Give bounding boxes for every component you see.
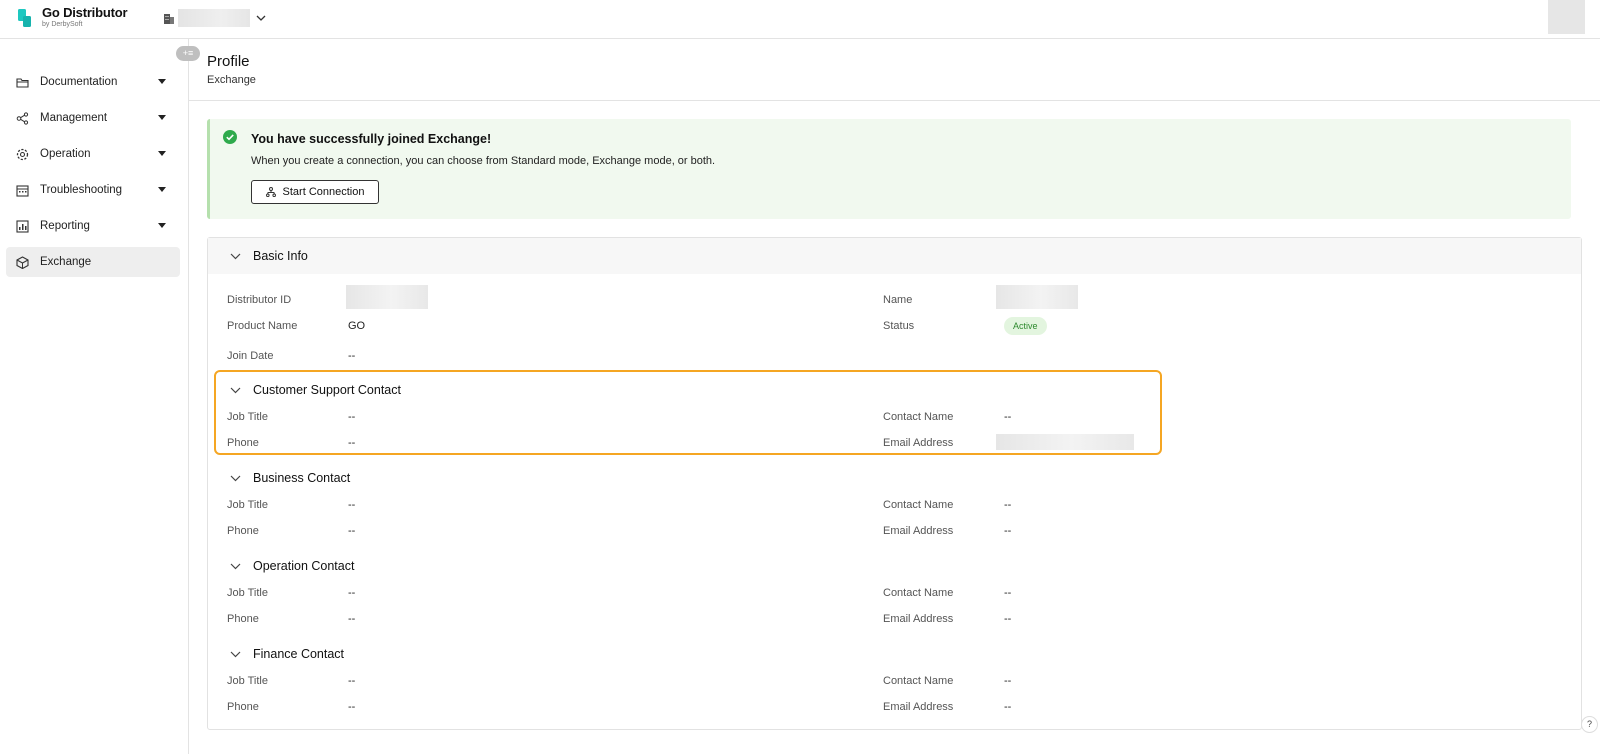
phone-value: -- [348,701,356,713]
sidebar-item-label: Management [40,112,108,124]
join-date-label: Join Date [227,350,274,362]
connection-icon [265,187,276,197]
caret-down-icon [158,115,166,120]
job-title-value: -- [348,675,356,687]
email-address-value: -- [1004,701,1012,713]
basic-info-title: Basic Info [253,249,308,263]
distributor-id-label: Distributor ID [227,294,292,306]
help-button[interactable]: ? [1581,716,1598,733]
contact-name-value: -- [1004,587,1012,599]
finance-contact-title: Finance Contact [253,647,345,661]
sidebar: +≡ Documentation Management Operation Tr… [0,39,200,754]
job-title-label: Job Title [227,499,268,511]
job-title-value: -- [348,587,356,599]
caret-down-icon [158,187,166,192]
gear-icon [16,148,29,160]
start-connection-label: Start Connection [282,186,365,198]
sidebar-item-management[interactable]: Management [6,103,180,133]
sidebar-item-label: Exchange [40,256,92,268]
top-bar: Go Distributor by DerbySoft [0,0,1600,39]
organization-name-redacted [178,9,250,27]
banner-title: You have successfully joined Exchange! [251,132,492,146]
logo-icon [18,9,31,27]
email-address-value: -- [1004,525,1012,537]
name-redacted [996,285,1078,309]
contact-name-label: Contact Name [883,587,954,599]
phone-label: Phone [227,701,259,713]
job-title-label: Job Title [227,675,268,687]
user-avatar[interactable] [1548,0,1585,34]
sidebar-item-label: Documentation [40,76,118,88]
email-address-label: Email Address [883,525,954,537]
join-date-value: -- [348,350,356,362]
brand[interactable]: Go Distributor by DerbySoft [42,5,128,28]
contact-name-value: -- [1004,499,1012,511]
start-connection-button[interactable]: Start Connection [251,180,379,204]
distributor-id-redacted [346,285,428,309]
status-label: Status [883,320,915,332]
phone-label: Phone [227,525,259,537]
caret-down-icon [158,79,166,84]
app-byline: by DerbySoft [42,21,83,28]
page-title: Profile [207,53,250,70]
email-address-label: Email Address [883,701,954,713]
contact-name-value: -- [1004,675,1012,687]
check-circle-icon [223,130,237,144]
phone-label: Phone [227,613,259,625]
chart-icon [16,219,29,233]
job-title-label: Job Title [227,587,268,599]
caret-down-icon [158,223,166,228]
building-icon [164,13,174,24]
page-header: Profile Exchange [189,39,1600,101]
chevron-down-icon[interactable] [230,563,241,570]
chevron-down-icon[interactable] [230,651,241,658]
app-name: Go Distributor [42,5,128,20]
product-name-value: GO [348,320,366,332]
contact-name-label: Contact Name [883,499,954,511]
email-address-label: Email Address [883,613,954,625]
banner-text: When you create a connection, you can ch… [251,155,716,167]
share-nodes-icon [16,111,29,125]
sidebar-item-label: Operation [40,148,91,160]
chevron-down-icon [256,15,266,21]
phone-value: -- [348,613,356,625]
sidebar-item-reporting[interactable]: Reporting [6,211,180,241]
name-label: Name [883,294,913,306]
sidebar-item-operation[interactable]: Operation [6,139,180,169]
sidebar-item-documentation[interactable]: Documentation [6,67,180,97]
sidebar-nav: Documentation Management Operation Troub… [6,67,180,283]
status-badge: Active [1004,317,1047,335]
page-subtitle: Exchange [207,74,256,86]
chevron-down-icon[interactable] [230,253,241,260]
phone-value: -- [348,525,356,537]
email-address-value: -- [1004,613,1012,625]
chevron-down-icon[interactable] [230,475,241,482]
organization-switcher[interactable] [164,8,266,28]
profile-card: Basic Info Distributor ID Name Product N… [207,237,1582,730]
main-content: Profile Exchange You have successfully j… [189,39,1600,754]
operation-contact-title: Operation Contact [253,559,355,573]
sidebar-item-troubleshooting[interactable]: Troubleshooting [6,175,180,205]
business-contact-title: Business Contact [253,471,351,485]
contact-name-label: Contact Name [883,675,954,687]
sidebar-item-exchange[interactable]: Exchange [6,247,180,277]
caret-down-icon [158,151,166,156]
cube-icon [16,255,29,269]
calendar-icon [16,184,29,197]
product-name-label: Product Name [227,320,298,332]
job-title-value: -- [348,499,356,511]
sidebar-collapse-button[interactable]: +≡ [176,46,200,61]
folder-icon [16,77,29,88]
sidebar-item-label: Reporting [40,220,90,232]
highlight-outline [214,370,1162,455]
basic-info-header[interactable] [208,238,1581,274]
sidebar-item-label: Troubleshooting [40,184,123,196]
success-banner: You have successfully joined Exchange! W… [207,119,1571,219]
